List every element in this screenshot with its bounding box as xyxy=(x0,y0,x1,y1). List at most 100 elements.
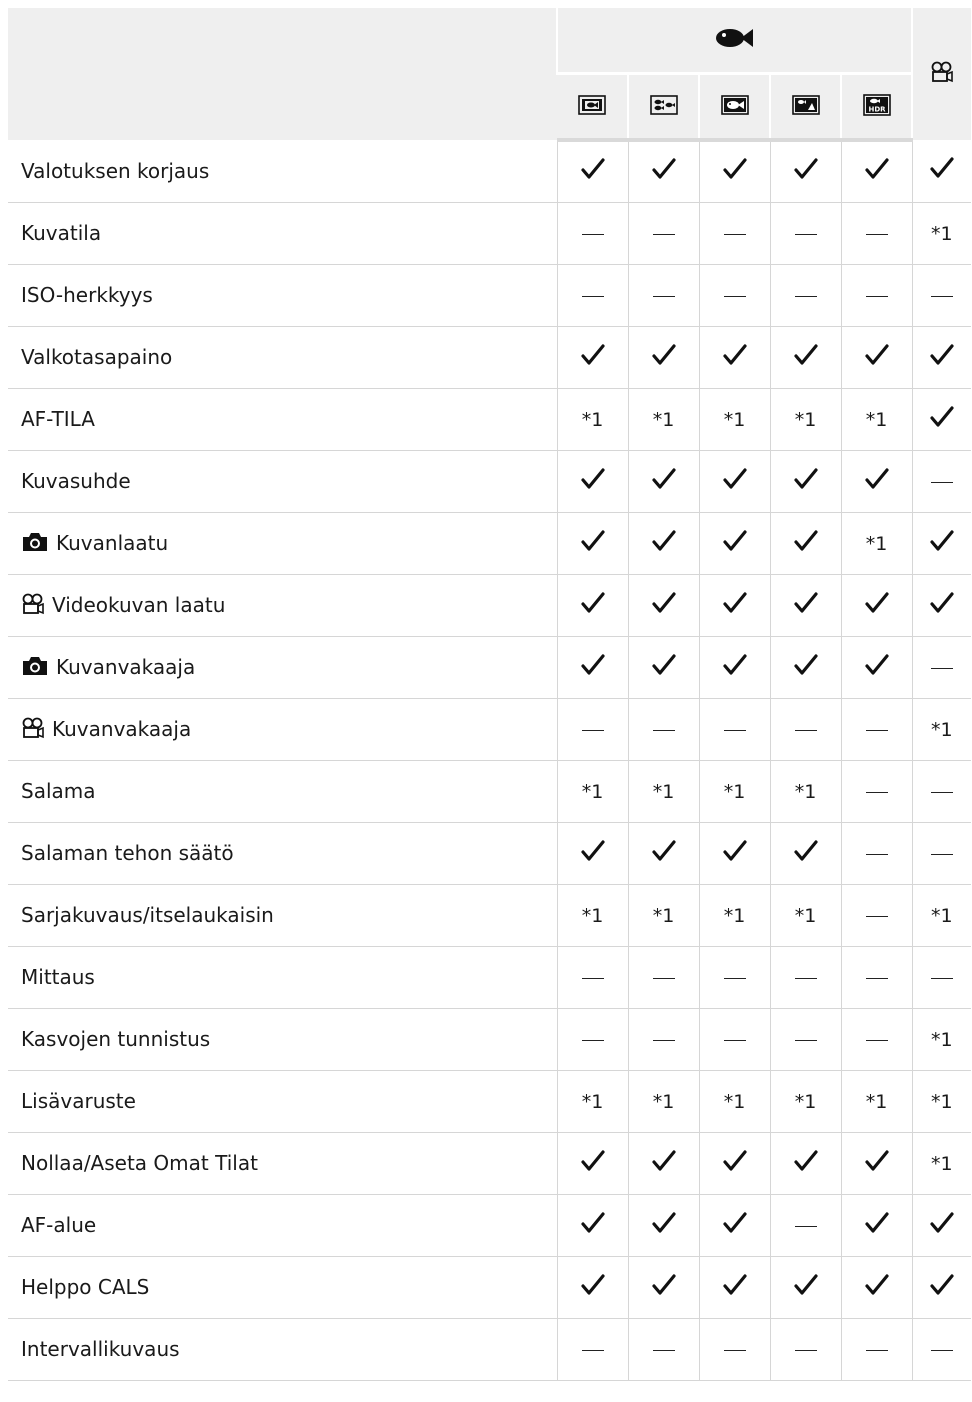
check-icon xyxy=(864,467,889,489)
value-cell xyxy=(769,946,841,1009)
movie-camera-icon xyxy=(931,61,953,83)
value-cell xyxy=(769,450,841,513)
check-icon xyxy=(930,591,954,613)
check-icon xyxy=(930,157,954,178)
value-cell xyxy=(556,1318,628,1381)
value-cell xyxy=(840,574,913,637)
value-cell: *1 xyxy=(698,884,770,947)
value-cell xyxy=(840,1008,913,1071)
footnote-mark: *1 xyxy=(652,409,675,431)
table-row: Sarjakuvaus/itselaukaisin *1 *1 *1 *1 *1 xyxy=(8,884,972,947)
header-blank-cell xyxy=(8,8,557,140)
row-label: Kuvanlaatu xyxy=(56,531,169,555)
table-row: Kuvasuhde xyxy=(8,450,972,513)
table-row: Mittaus xyxy=(8,946,972,1009)
row-label: AF-alue xyxy=(21,1213,97,1237)
check-icon xyxy=(864,1273,889,1295)
value-cell xyxy=(840,1256,913,1319)
check-icon xyxy=(722,1149,747,1171)
row-label: Kuvanvakaaja xyxy=(56,655,196,679)
value-cell: *1 xyxy=(911,1070,972,1133)
value-cell xyxy=(627,946,699,1009)
check-icon xyxy=(651,591,676,613)
value-cell xyxy=(556,140,628,203)
check-icon xyxy=(930,1211,954,1233)
row-label-cell: Videokuvan laatu xyxy=(8,574,557,637)
check-icon xyxy=(651,1211,676,1233)
check-icon xyxy=(793,839,818,861)
value-cell: *1 xyxy=(911,1132,972,1195)
row-label-cell: Mittaus xyxy=(8,946,557,1009)
table-header: HDR xyxy=(8,8,972,142)
check-icon xyxy=(793,158,818,179)
footnote-mark: *1 xyxy=(723,1091,746,1113)
footnote-mark: *1 xyxy=(865,409,888,431)
dash-mark xyxy=(581,234,604,235)
value-cell xyxy=(769,1008,841,1071)
value-cell xyxy=(627,698,699,761)
footnote-mark: *1 xyxy=(931,223,953,245)
footnote-mark: *1 xyxy=(652,1091,675,1113)
value-cell: *1 xyxy=(840,512,913,575)
row-label: Kuvasuhde xyxy=(21,469,131,493)
value-cell xyxy=(627,636,699,699)
row-label: Valotuksen korjaus xyxy=(21,158,210,183)
table-row: Salama *1 *1 *1 *1 xyxy=(8,760,972,823)
check-icon xyxy=(651,529,676,551)
value-cell xyxy=(556,326,628,389)
dash-mark xyxy=(581,730,604,731)
table-row: Lisävaruste *1 *1 *1 *1 *1 *1 xyxy=(8,1070,972,1133)
row-label-cell: Kuvatila xyxy=(8,202,557,265)
row-label-cell: AF-TILA xyxy=(8,388,557,451)
row-label: Helppo CALS xyxy=(21,1275,150,1299)
table-row: AF-TILA *1 *1 *1 *1 *1 xyxy=(8,388,972,451)
value-cell xyxy=(627,1008,699,1071)
check-icon xyxy=(651,343,676,365)
dash-mark xyxy=(723,1040,746,1041)
footnote-mark: *1 xyxy=(794,905,817,927)
footnote-mark: *1 xyxy=(581,905,604,927)
value-cell xyxy=(769,326,841,389)
row-label-cell: Valotuksen korjaus xyxy=(8,140,557,203)
value-cell xyxy=(840,326,913,389)
dash-mark xyxy=(723,296,746,297)
value-cell xyxy=(698,450,770,513)
value-cell xyxy=(840,884,913,947)
value-cell: *1 xyxy=(840,1070,913,1133)
row-label-cell: Intervallikuvaus xyxy=(8,1318,557,1381)
still-camera-icon xyxy=(23,533,47,551)
dash-mark xyxy=(794,296,817,297)
value-cell xyxy=(769,1318,841,1381)
check-icon xyxy=(864,1211,889,1233)
value-cell: *1 xyxy=(769,388,841,451)
footnote-mark: *1 xyxy=(581,409,604,431)
mode-header-3 xyxy=(698,73,770,142)
check-icon xyxy=(793,529,818,551)
check-icon xyxy=(651,1149,676,1171)
underwater-macro-icon xyxy=(720,94,749,115)
row-label-cell: Helppo CALS xyxy=(8,1256,557,1319)
value-cell xyxy=(911,574,972,637)
value-cell: *1 xyxy=(698,760,770,823)
value-cell: *1 xyxy=(840,388,913,451)
value-cell xyxy=(627,822,699,885)
value-cell: *1 xyxy=(556,760,628,823)
dash-mark xyxy=(865,916,888,917)
value-cell xyxy=(556,512,628,575)
row-label-cell: Kuvanvakaaja xyxy=(8,636,557,699)
dash-mark xyxy=(930,792,953,793)
value-cell xyxy=(769,202,841,265)
check-icon xyxy=(930,343,954,365)
value-cell xyxy=(698,1132,770,1195)
mode-header-2 xyxy=(627,73,699,142)
dash-mark xyxy=(794,234,817,235)
dash-mark xyxy=(723,1350,746,1351)
check-icon xyxy=(651,467,676,489)
check-icon xyxy=(580,1149,605,1171)
dash-mark xyxy=(865,730,888,731)
row-label: Kasvojen tunnistus xyxy=(21,1027,211,1051)
row-label-cell: Kuvasuhde xyxy=(8,450,557,513)
underwater-hdr-icon: HDR xyxy=(862,93,891,116)
value-cell: *1 xyxy=(556,388,628,451)
row-label-cell: Kuvanvakaaja xyxy=(8,698,557,761)
